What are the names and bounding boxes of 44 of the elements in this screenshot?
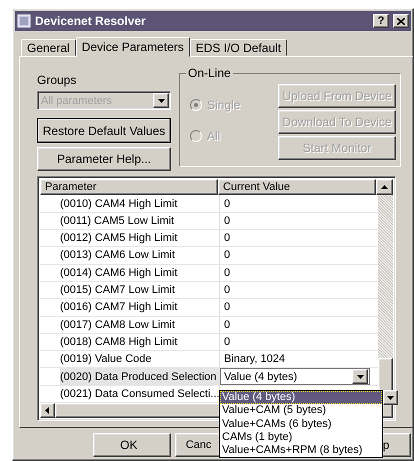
value-cell-text: 0 <box>223 231 232 246</box>
parameter-cell[interactable]: (0018) CAM8 High Limit <box>40 334 220 350</box>
parameter-cell[interactable]: (0014) CAM6 High Limit <box>40 264 220 281</box>
dropdown-option[interactable]: Value (4 bytes) <box>220 391 382 404</box>
value-cell-text: 0 <box>223 318 232 333</box>
tab[interactable]: General <box>21 39 76 56</box>
help-button[interactable]: ? <box>373 14 389 28</box>
scroll-up-button[interactable] <box>376 179 393 196</box>
parameter-cell[interactable]: (0013) CAM6 Low Limit <box>40 247 220 264</box>
parameter-cell[interactable]: (0019) Value Code <box>40 351 220 368</box>
group-title: On-Line <box>187 66 232 80</box>
tab[interactable]: EDS I/O Default <box>190 39 288 56</box>
tab[interactable]: Device Parameters <box>76 37 190 57</box>
value-cell-text: 0 <box>223 300 232 316</box>
app-icon <box>17 14 31 28</box>
ok-button[interactable]: OK <box>93 433 171 457</box>
value-cell-text: Binary, 1024 <box>223 352 286 368</box>
parameter-cell[interactable]: (0010) CAM4 High Limit <box>40 195 220 212</box>
value-cell-text: 0 <box>223 196 232 212</box>
parameter-cell[interactable]: (0016) CAM7 High Limit <box>40 299 220 316</box>
restore-defaults-button[interactable]: Restore Default Values <box>37 118 171 143</box>
parameter-cell[interactable]: (0017) CAM8 Low Limit <box>40 316 220 333</box>
caret-icon <box>387 396 394 400</box>
value-cell-text: 0 <box>223 248 232 264</box>
parameter-cell[interactable]: (0012) CAM5 High Limit <box>40 230 220 246</box>
dropdown-arrow-button[interactable] <box>383 390 398 405</box>
parameter-cell[interactable]: (0011) CAM5 Low Limit <box>40 212 220 230</box>
column-header[interactable]: Current Value <box>218 179 376 196</box>
value-cell-text: 0 <box>223 214 232 229</box>
window-title: Devicenet Resolver <box>35 14 147 28</box>
close-icon <box>397 18 405 24</box>
value-cell-text: 0 <box>223 334 232 350</box>
caret-icon <box>356 374 364 379</box>
column-header[interactable]: Parameter <box>40 179 218 196</box>
up-arrow-icon <box>381 185 388 190</box>
value-dropdown[interactable]: Value (4 bytes) <box>220 368 370 385</box>
groups-label: Groups <box>37 73 78 87</box>
caret-icon <box>158 98 164 102</box>
close-button[interactable] <box>393 14 409 28</box>
parameter-help-button[interactable]: Parameter Help... <box>37 147 171 171</box>
value-cell-text: 0 <box>223 283 232 298</box>
value-cell-text: 0 <box>223 266 232 281</box>
left-arrow-icon <box>45 407 50 414</box>
parameter-cell[interactable]: (0015) CAM7 Low Limit <box>40 282 220 298</box>
